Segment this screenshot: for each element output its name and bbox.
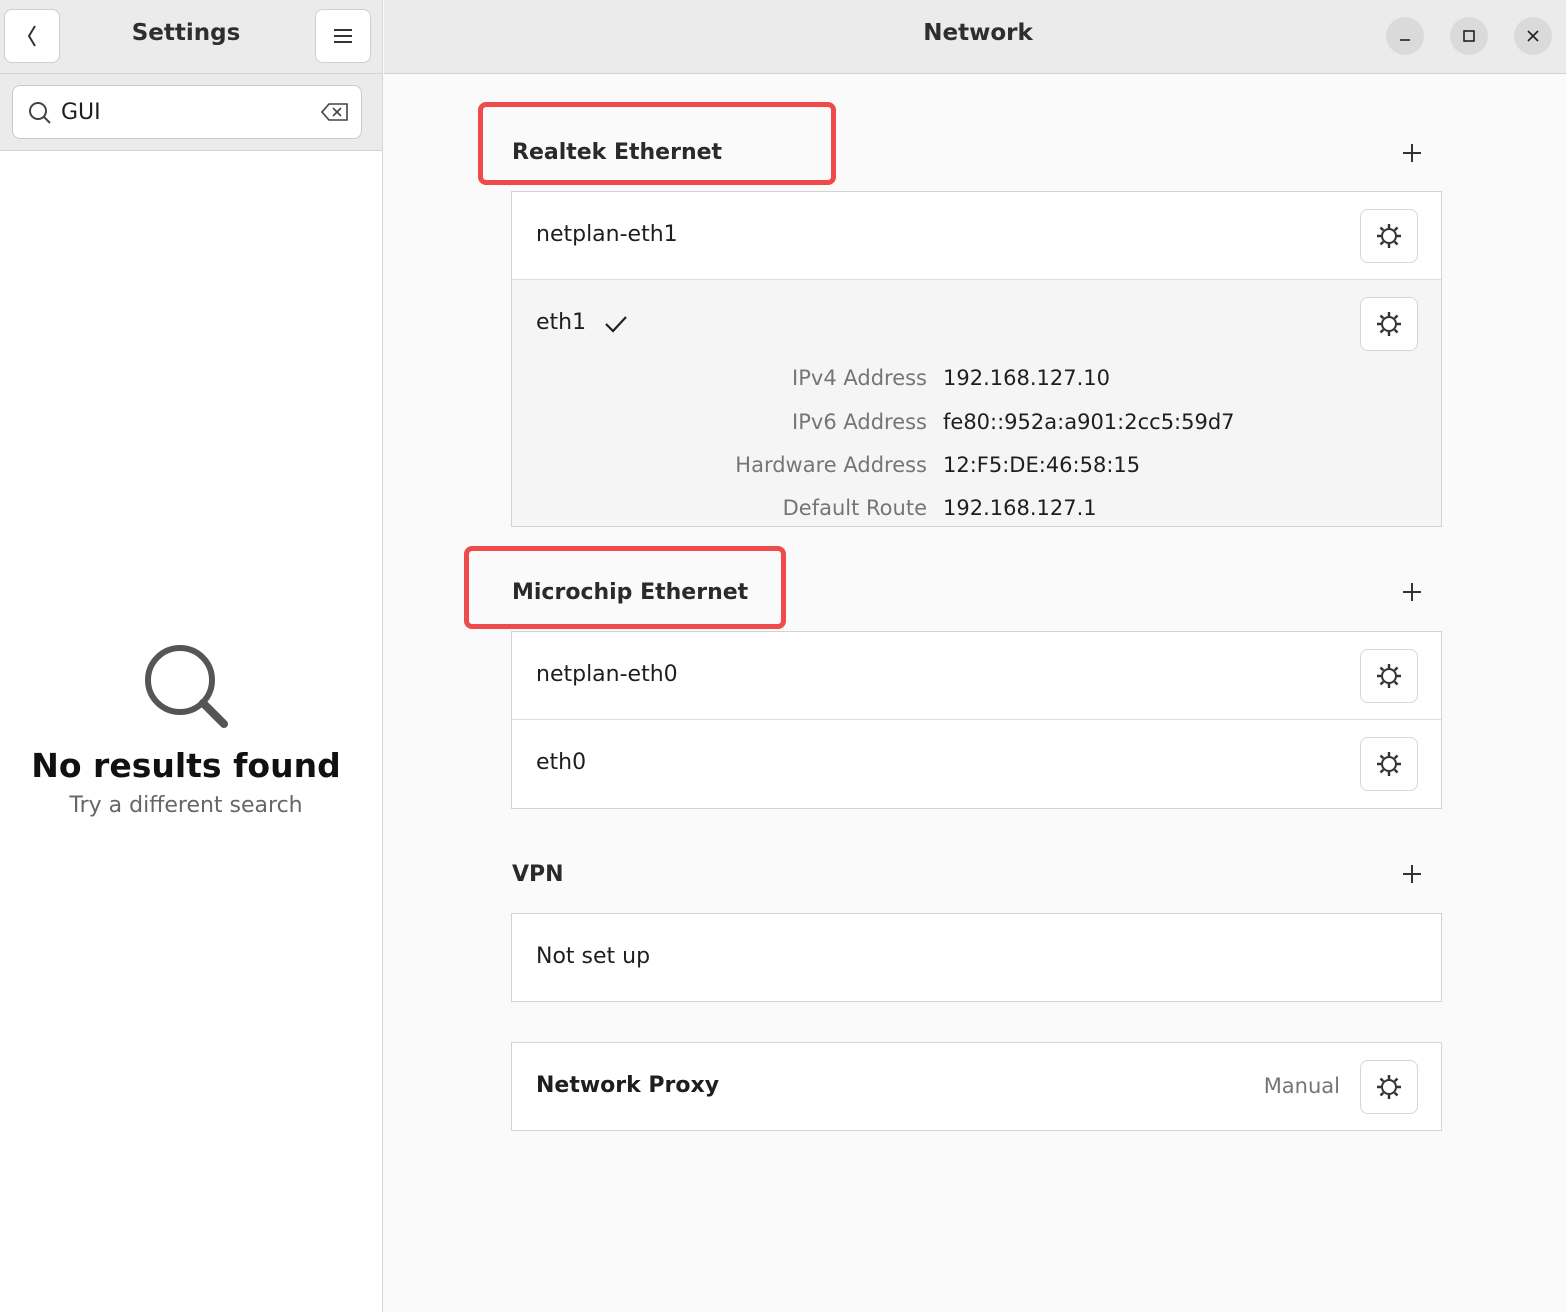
detail-route: Default Route 192.168.127.1 xyxy=(512,496,1441,526)
window-header: Network xyxy=(384,0,1566,74)
connection-settings-button[interactable] xyxy=(1360,297,1418,351)
highlight-box xyxy=(478,102,836,185)
network-proxy-card[interactable]: Network Proxy Manual xyxy=(511,1042,1442,1131)
connection-name: netplan-eth1 xyxy=(536,222,678,247)
list-item[interactable]: eth0 xyxy=(512,720,1441,808)
detail-value: 192.168.127.10 xyxy=(943,366,1110,390)
connection-settings-button[interactable] xyxy=(1360,737,1418,791)
connection-name: netplan-eth0 xyxy=(536,662,678,687)
list-item[interactable]: netplan-eth1 xyxy=(512,192,1441,280)
menu-button[interactable] xyxy=(315,9,371,63)
gear-icon xyxy=(1377,312,1401,336)
vpn-status: Not set up xyxy=(536,944,651,969)
detail-value: 12:F5:DE:46:58:15 xyxy=(943,453,1141,477)
hamburger-menu-icon xyxy=(334,29,352,43)
check-icon xyxy=(605,316,627,333)
connection-settings-button[interactable] xyxy=(1360,649,1418,703)
proxy-settings-button[interactable] xyxy=(1360,1060,1418,1114)
connection-name: eth0 xyxy=(536,750,587,775)
detail-value: fe80::952a:a901:2cc5:59d7 xyxy=(943,410,1235,434)
proxy-title: Network Proxy xyxy=(536,1073,720,1098)
connection-settings-button[interactable] xyxy=(1360,209,1418,263)
highlight-box xyxy=(464,546,786,629)
list-item[interactable]: netplan-eth0 xyxy=(512,632,1441,720)
add-microchip-connection-button[interactable] xyxy=(1398,578,1426,606)
minimize-button[interactable] xyxy=(1386,17,1424,55)
proxy-status: Manual xyxy=(1263,1074,1340,1098)
empty-state-title: No results found xyxy=(31,746,341,785)
search-field[interactable] xyxy=(12,85,362,139)
gear-icon xyxy=(1377,1075,1401,1099)
sidebar-header: Settings xyxy=(0,0,382,74)
plus-icon xyxy=(1403,583,1421,601)
list-item[interactable]: Network Proxy Manual xyxy=(512,1043,1441,1131)
detail-hardware: Hardware Address 12:F5:DE:46:58:15 xyxy=(512,453,1441,483)
connection-name: eth1 xyxy=(536,310,587,335)
detail-key: IPv6 Address xyxy=(792,410,927,434)
search-input[interactable] xyxy=(61,96,311,128)
detail-key: IPv4 Address xyxy=(792,366,927,390)
plus-icon xyxy=(1403,144,1421,162)
maximize-button[interactable] xyxy=(1450,17,1488,55)
section-title-vpn: VPN xyxy=(512,862,564,887)
gear-icon xyxy=(1377,224,1401,248)
vpn-card: Not set up xyxy=(511,913,1442,1002)
detail-value: 192.168.127.1 xyxy=(943,496,1097,520)
empty-state: No results found Try a different search xyxy=(0,640,372,818)
detail-ipv4: IPv4 Address 192.168.127.10 xyxy=(512,366,1441,396)
minimize-icon xyxy=(1400,39,1410,41)
detail-key: Hardware Address xyxy=(735,453,927,477)
plus-icon xyxy=(1403,865,1421,883)
list-item: Not set up xyxy=(512,914,1441,1002)
add-realtek-connection-button[interactable] xyxy=(1398,139,1426,167)
sidebar: Settings No resul xyxy=(0,0,383,1312)
close-button[interactable] xyxy=(1514,17,1552,55)
maximize-icon xyxy=(1463,30,1475,42)
gear-icon xyxy=(1377,752,1401,776)
empty-state-subtitle: Try a different search xyxy=(69,793,303,818)
search-icon xyxy=(29,102,51,124)
detail-ipv6: IPv6 Address fe80::952a:a901:2cc5:59d7 xyxy=(512,410,1441,440)
clear-search-icon[interactable] xyxy=(321,102,349,122)
gear-icon xyxy=(1377,664,1401,688)
search-icon xyxy=(145,645,228,728)
search-bar xyxy=(0,74,382,151)
realtek-connections-card: netplan-eth1 eth1 IPv4 Address 192.168.1… xyxy=(511,191,1442,527)
detail-key: Default Route xyxy=(782,496,927,520)
close-icon xyxy=(1527,30,1539,42)
add-vpn-button[interactable] xyxy=(1398,860,1426,888)
list-item-expanded[interactable]: eth1 IPv4 Address 192.168.127.10 IPv6 Ad… xyxy=(512,280,1441,526)
microchip-connections-card: netplan-eth0 eth0 xyxy=(511,631,1442,809)
